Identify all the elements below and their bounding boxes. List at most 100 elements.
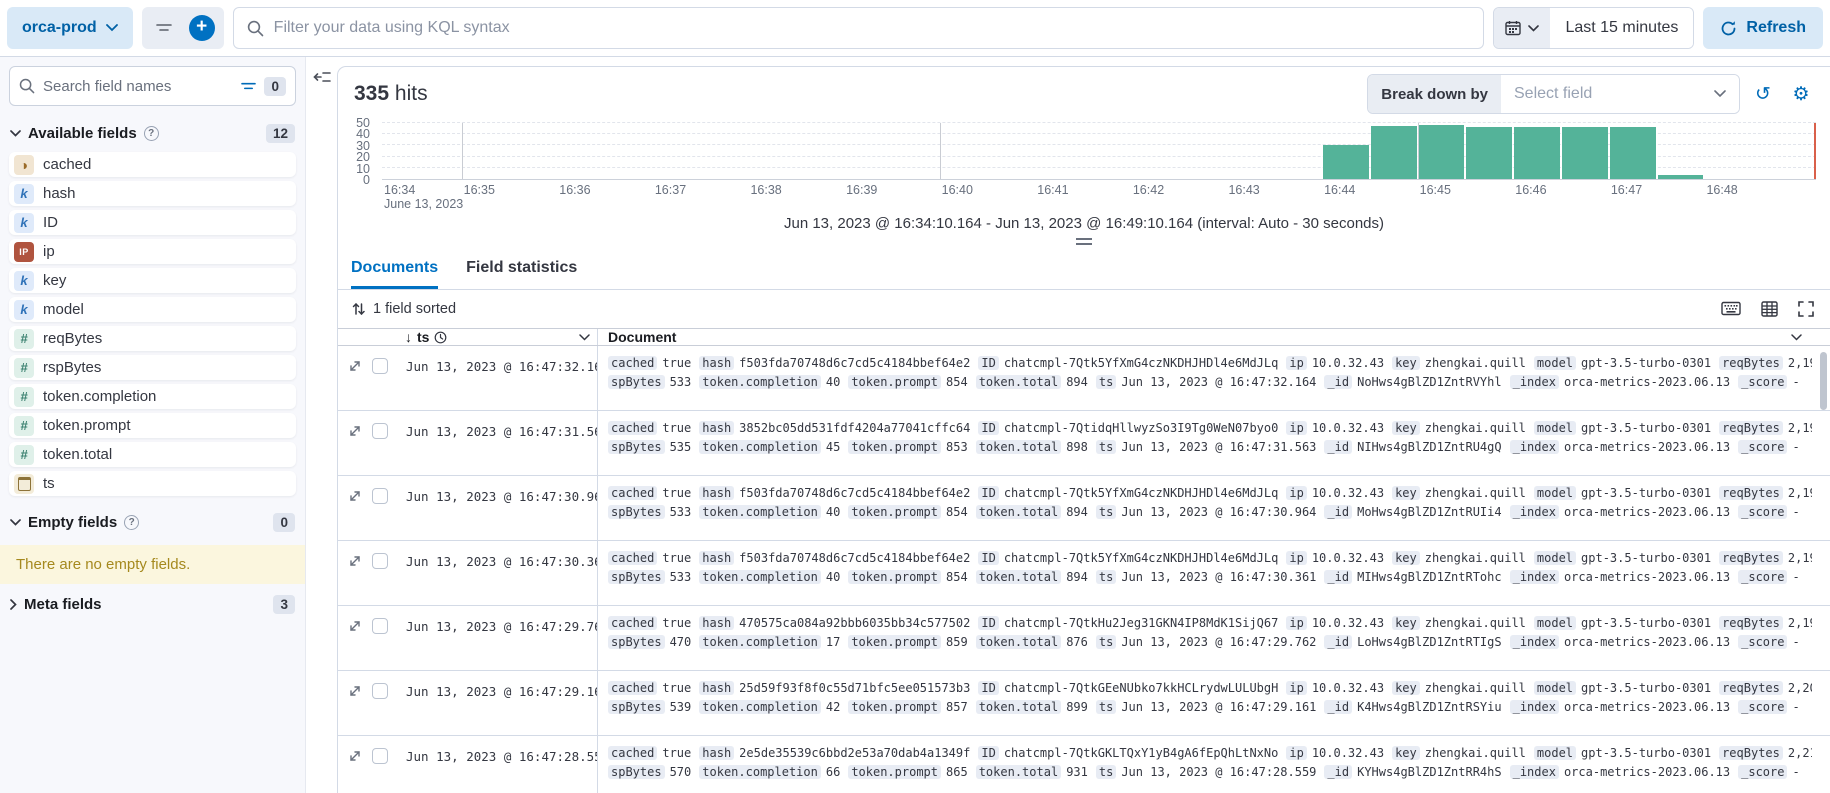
kql-search-bar[interactable] [233, 7, 1485, 49]
meta-fields-header[interactable]: Meta fields 3 [0, 586, 305, 621]
document-line-1: cachedtruehashf503fda70748d6c7cd5c4184bb… [608, 356, 1812, 375]
breakdown-placeholder: Select field [1514, 85, 1592, 103]
hits-histogram: 01020304050 16:34June 13, 202316:3516:36… [338, 113, 1824, 209]
expand-row-icon[interactable] [348, 619, 362, 670]
field-name-label: model [43, 301, 84, 318]
data-view-picker[interactable]: orca-prod [7, 7, 133, 49]
calendar-menu-button[interactable] [1494, 8, 1550, 48]
filter-controls: + [142, 7, 224, 49]
add-filter-button[interactable]: + [185, 11, 219, 45]
expand-row-icon[interactable] [348, 359, 362, 410]
calendar-icon [1505, 20, 1521, 36]
documents-table: ↓ ts Document [338, 328, 1830, 793]
field-filter-icon[interactable] [241, 80, 256, 93]
row-document: cachedtruehashf503fda70748d6c7cd5c4184bb… [598, 541, 1812, 605]
field-name-label: ID [43, 214, 58, 231]
field-item[interactable]: IP ip [9, 239, 296, 264]
field-type-icon: ◑ [14, 155, 34, 175]
filter-icon[interactable] [147, 11, 181, 45]
empty-fields-notice: There are no empty fields. [0, 545, 305, 584]
field-name-label: ts [43, 475, 55, 492]
row-checkbox[interactable] [372, 748, 388, 764]
document-line-1: cachedtruehash2e5de35539c6bbd2e53a70dab4… [608, 746, 1812, 765]
grid-toolbar: 1 field sorted [338, 290, 1830, 328]
table-row: Jun 13, 2023 @ 16:47:32.164 cachedtrueha… [338, 346, 1830, 411]
field-item[interactable]: # token.completion [9, 384, 296, 409]
field-list: ◑ cached k hash k ID IP ip k key k model… [0, 150, 305, 504]
sort-fields-button[interactable]: 1 field sorted [352, 301, 456, 317]
histogram-plot[interactable] [382, 123, 1816, 180]
discover-panel: 335 hits Break down by Select field ↺ ⚙ [337, 66, 1830, 793]
field-item[interactable]: ◑ cached [9, 152, 296, 177]
field-name-label: cached [43, 156, 91, 173]
field-item[interactable]: # reqBytes [9, 326, 296, 351]
row-checkbox[interactable] [372, 358, 388, 374]
available-fields-header[interactable]: Available fields ? 12 [0, 115, 305, 150]
display-options-icon[interactable] [1761, 301, 1778, 317]
chart-resize-handle[interactable] [1076, 238, 1092, 245]
fullscreen-icon[interactable] [1798, 301, 1814, 317]
table-row: Jun 13, 2023 @ 16:47:29.762 cachedtrueha… [338, 606, 1830, 671]
keyboard-icon[interactable] [1721, 301, 1741, 317]
chart-options-gear-icon[interactable]: ⚙ [1786, 79, 1816, 109]
document-line-1: cachedtruehash25d59f93f8f0c55d71bfc5ee05… [608, 681, 1812, 700]
hits-label: hits [395, 82, 428, 105]
row-checkbox[interactable] [372, 553, 388, 569]
expand-row-icon[interactable] [348, 424, 362, 475]
tab-documents[interactable]: Documents [351, 259, 438, 289]
field-name-label: token.prompt [43, 417, 131, 434]
row-checkbox[interactable] [372, 683, 388, 699]
column-header-ts[interactable]: ↓ ts [398, 329, 598, 345]
field-name-label: token.completion [43, 388, 156, 405]
document-line-2: spBytes533token.completion40token.prompt… [608, 505, 1812, 524]
expand-row-icon[interactable] [348, 749, 362, 793]
row-timestamp: Jun 13, 2023 @ 16:47:32.164 [398, 346, 598, 410]
field-search-bar[interactable]: 0 [9, 66, 296, 106]
breakdown-select[interactable]: Select field [1501, 75, 1739, 113]
table-row: Jun 13, 2023 @ 16:47:31.563 cachedtrueha… [338, 411, 1830, 476]
row-timestamp: Jun 13, 2023 @ 16:47:28.559 [398, 736, 598, 793]
field-item[interactable]: # token.prompt [9, 413, 296, 438]
document-column-label: Document [608, 329, 676, 345]
refresh-button[interactable]: Refresh [1703, 7, 1823, 49]
field-item[interactable]: k hash [9, 181, 296, 206]
plus-icon: + [189, 15, 215, 41]
expand-row-icon[interactable] [348, 684, 362, 735]
chart-history-icon[interactable]: ↺ [1748, 79, 1778, 109]
histogram-x-axis: 16:34June 13, 202316:3516:3616:3716:3816… [382, 181, 1816, 209]
field-item[interactable]: # rspBytes [9, 355, 296, 380]
field-type-icon: # [14, 387, 34, 407]
field-type-icon: k [14, 213, 34, 233]
hits-row: 335 hits Break down by Select field ↺ ⚙ [338, 67, 1830, 111]
document-line-1: cachedtruehashf503fda70748d6c7cd5c4184bb… [608, 551, 1812, 570]
field-item[interactable]: # token.total [9, 442, 296, 467]
row-document: cachedtruehash470575ca084a92bbb6035bb34c… [598, 606, 1812, 670]
kql-query-input[interactable] [274, 19, 1471, 37]
collapse-sidebar-icon[interactable] [313, 70, 331, 84]
field-type-icon: # [14, 329, 34, 349]
tab-field-statistics[interactable]: Field statistics [466, 259, 577, 289]
field-item[interactable]: ts [9, 471, 296, 496]
field-search-input[interactable] [43, 78, 233, 95]
doc-table-body: Jun 13, 2023 @ 16:47:32.164 cachedtrueha… [338, 346, 1830, 793]
time-range-button[interactable]: Last 15 minutes [1550, 8, 1693, 48]
field-item[interactable]: k key [9, 268, 296, 293]
row-checkbox[interactable] [372, 488, 388, 504]
available-fields-count-badge: 12 [266, 124, 295, 143]
field-item[interactable]: k ID [9, 210, 296, 235]
hits-value: 335 [354, 82, 389, 105]
empty-fields-header[interactable]: Empty fields ? 0 [0, 504, 305, 539]
row-checkbox[interactable] [372, 423, 388, 439]
column-header-document[interactable]: Document [598, 329, 1812, 345]
expand-row-icon[interactable] [348, 554, 362, 605]
field-type-icon: # [14, 445, 34, 465]
row-checkbox[interactable] [372, 618, 388, 634]
search-icon [19, 78, 35, 94]
expand-row-icon[interactable] [348, 489, 362, 540]
empty-fields-count-badge: 0 [273, 513, 295, 532]
chevron-down-icon[interactable] [1791, 334, 1802, 341]
row-timestamp: Jun 13, 2023 @ 16:47:29.762 [398, 606, 598, 670]
vertical-scrollbar[interactable] [1820, 352, 1827, 410]
chevron-down-icon[interactable] [579, 334, 590, 341]
field-item[interactable]: k model [9, 297, 296, 322]
